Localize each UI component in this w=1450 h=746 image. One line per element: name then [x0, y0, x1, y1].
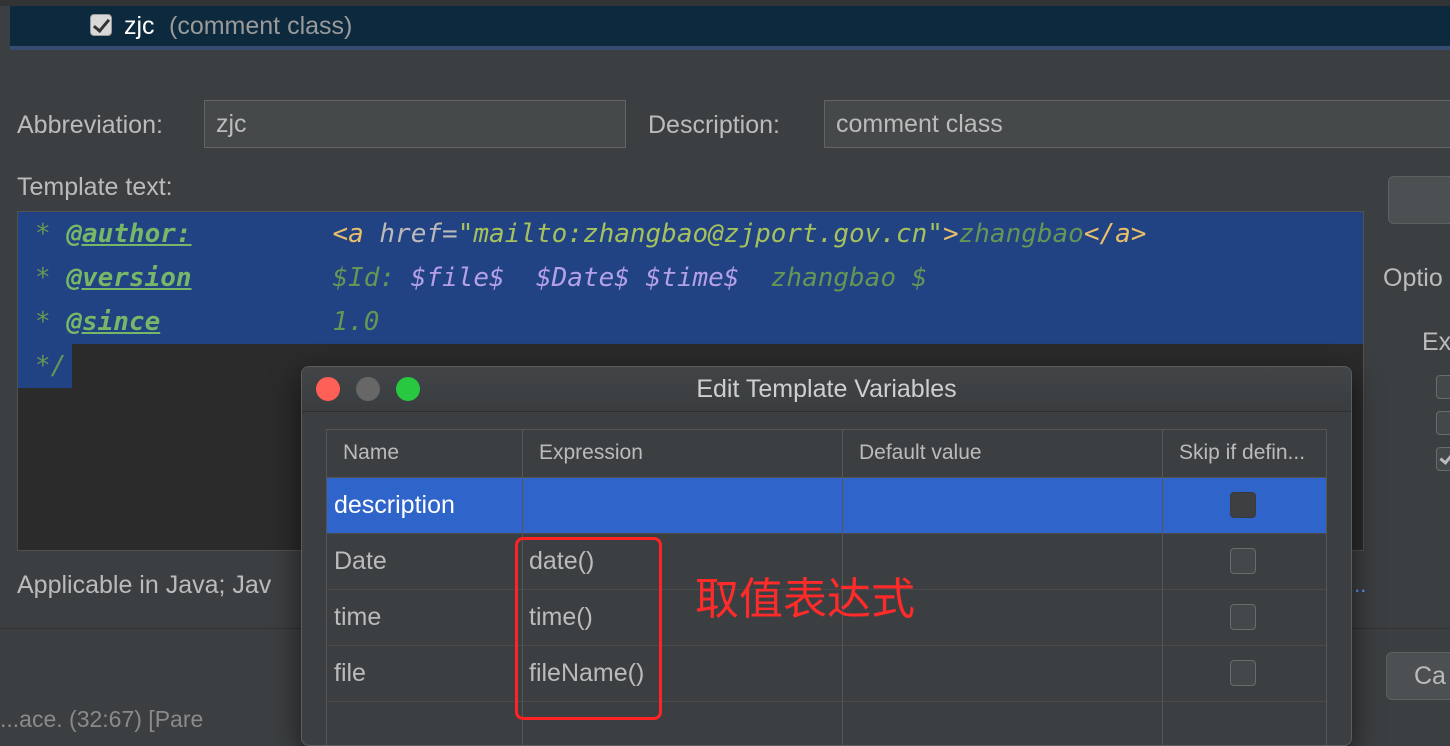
- abbreviation-label: Abbreviation:: [17, 111, 163, 139]
- cancel-button[interactable]: Ca: [1386, 652, 1450, 700]
- applicable-contexts-text: Applicable in Java; Jav: [17, 571, 272, 599]
- edit-template-variables-dialog: Edit Template Variables Name Expression …: [301, 366, 1352, 746]
- row-name: description: [334, 491, 455, 519]
- edit-variables-button[interactable]: [1388, 176, 1450, 224]
- annotation-highlight-box: [515, 537, 662, 720]
- dialog-title-bar: Edit Template Variables: [302, 367, 1351, 412]
- code-line-version: * @version $Id: $file$ $Date$ $time$ zha…: [35, 263, 928, 293]
- option-checkbox-3[interactable]: [1436, 447, 1450, 471]
- annotation-text: 取值表达式: [695, 574, 915, 625]
- dialog-title: Edit Template Variables: [696, 375, 957, 403]
- column-header-skip-if-defined[interactable]: Skip if defin...: [1163, 430, 1326, 478]
- template-enabled-checkbox[interactable]: [90, 14, 112, 36]
- option-checkbox-2[interactable]: [1436, 411, 1450, 435]
- row-name: Date: [334, 547, 387, 575]
- table-row[interactable]: description: [327, 478, 1326, 534]
- column-header-default-value[interactable]: Default value: [843, 430, 1163, 478]
- column-divider: [1162, 430, 1163, 745]
- column-header-expression[interactable]: Expression: [523, 430, 843, 478]
- template-row-description: (comment class): [169, 12, 353, 40]
- template-row-abbreviation: zjc: [124, 12, 155, 40]
- table-row[interactable]: file fileName(): [327, 646, 1326, 702]
- expand-with-label: Ex: [1422, 328, 1450, 356]
- template-text-label: Template text:: [17, 173, 173, 201]
- status-bar-text: ...ace. (32:67) [Pare: [0, 706, 204, 732]
- skip-if-defined-checkbox[interactable]: [1230, 660, 1256, 686]
- row-name: file: [334, 659, 366, 687]
- code-line-close: */: [35, 351, 67, 381]
- option-checkbox-1[interactable]: [1436, 375, 1450, 399]
- skip-if-defined-checkbox[interactable]: [1230, 548, 1256, 574]
- options-label: Optio: [1383, 264, 1443, 292]
- code-line-author: * @author: <a href="mailto:zhangbao@zjpo…: [35, 219, 1147, 249]
- column-header-name[interactable]: Name: [327, 430, 523, 478]
- checkmark-icon: [92, 14, 111, 34]
- description-label: Description:: [648, 111, 780, 139]
- checkmark-icon: [1439, 449, 1450, 465]
- skip-if-defined-checkbox[interactable]: [1230, 492, 1256, 518]
- code-line-since: * @since 1.0: [35, 307, 380, 337]
- row-name: time: [334, 603, 382, 631]
- skip-if-defined-checkbox[interactable]: [1230, 604, 1256, 630]
- list-row-divider: [10, 46, 1450, 50]
- description-input[interactable]: [824, 100, 1450, 148]
- abbreviation-input[interactable]: [204, 100, 626, 148]
